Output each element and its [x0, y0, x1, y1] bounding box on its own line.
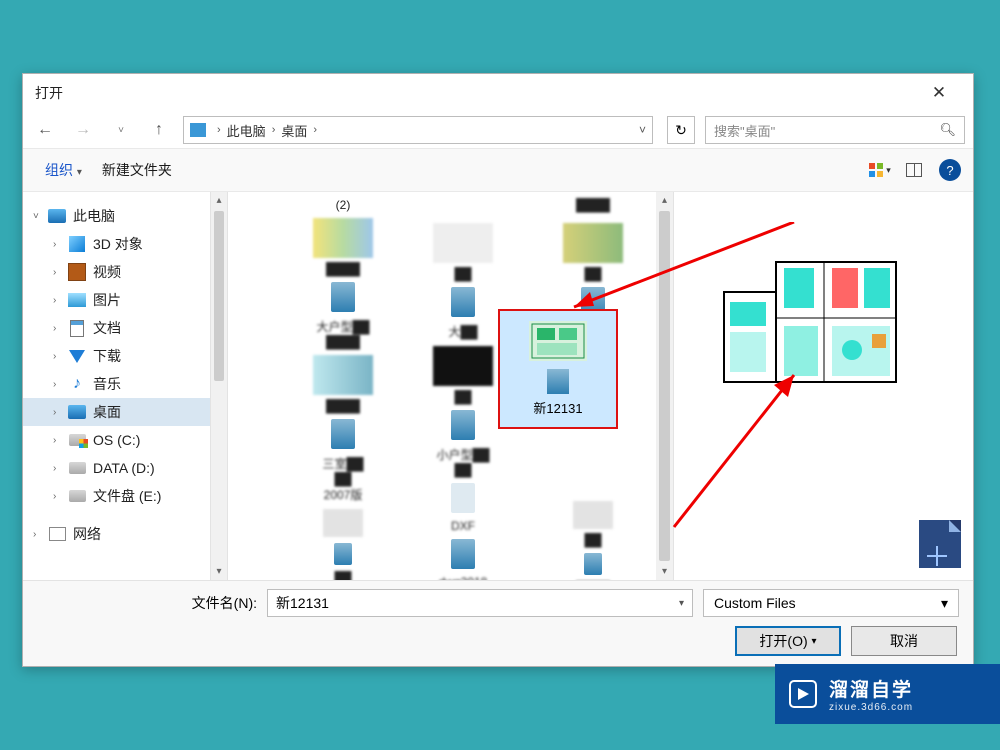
sidebar-tree: ˅此电脑 ›3D 对象 ›视频 ›图片 ›文档 ›下载 ›♪音乐 ›桌面 ›OS…	[23, 192, 228, 580]
address-bar[interactable]: › 此电脑 › 桌面 › ˅	[183, 116, 653, 144]
watermark: 溜溜自学 zixue.3d66.com	[775, 664, 1000, 724]
search-placeholder: 搜索"桌面"	[714, 121, 775, 140]
up-button[interactable]: ↑	[145, 116, 173, 144]
help-icon[interactable]: ?	[939, 159, 961, 181]
file-header: (2)	[283, 198, 403, 212]
dialog-title: 打开	[35, 83, 63, 103]
refresh-button[interactable]: ↻	[667, 116, 695, 144]
breadcrumb-desktop[interactable]: 桌面	[279, 121, 309, 140]
preview-pane-button[interactable]	[901, 157, 927, 183]
annotation-arrow-icon	[664, 367, 824, 537]
tree-downloads[interactable]: ›下载	[23, 342, 227, 370]
tree-music[interactable]: ›♪音乐	[23, 370, 227, 398]
view-mode-button[interactable]: ▾	[867, 157, 893, 183]
tree-videos[interactable]: ›视频	[23, 258, 227, 286]
new-folder-button[interactable]: 新建文件夹	[92, 156, 182, 184]
chevron-down-icon[interactable]: ˅	[639, 123, 646, 137]
monitor-icon	[190, 123, 206, 137]
watermark-title: 溜溜自学	[829, 675, 913, 702]
search-input[interactable]: 搜索"桌面" 🔍︎	[705, 116, 965, 144]
tree-desktop[interactable]: ›桌面	[23, 398, 227, 426]
titlebar: 打开 ✕	[23, 74, 973, 112]
tree-drive-d[interactable]: ›DATA (D:)	[23, 454, 227, 482]
preview-pane	[673, 192, 973, 580]
tree-network[interactable]: ›网络	[23, 520, 227, 548]
forward-button[interactable]: →	[69, 116, 97, 144]
tree-3d-objects[interactable]: ›3D 对象	[23, 230, 227, 258]
sidebar-scrollbar[interactable]: ▴▾	[210, 192, 227, 580]
cancel-button[interactable]: 取消	[851, 626, 957, 656]
tree-drive-e[interactable]: ›文件盘 (E:)	[23, 482, 227, 510]
toolbar: 组织 ▾ 新建文件夹 ▾ ?	[23, 148, 973, 192]
annotation-arrow-icon	[564, 222, 804, 322]
back-button[interactable]: ←	[31, 116, 59, 144]
tree-documents[interactable]: ›文档	[23, 314, 227, 342]
selected-file-highlight: 新12131	[498, 309, 618, 429]
nav-row: ← → ˅ ↑ › 此电脑 › 桌面 › ˅ ↻ 搜索"桌面" 🔍︎	[23, 112, 973, 148]
organize-menu[interactable]: 组织 ▾	[35, 156, 92, 184]
selected-file-label: 新12131	[533, 398, 582, 417]
recent-menu[interactable]: ˅	[107, 116, 135, 144]
tree-pictures[interactable]: ›图片	[23, 286, 227, 314]
open-button[interactable]: 打开(O) ▾	[735, 626, 841, 656]
bottom-bar: 文件名(N): 新12131▾ Custom Files▾ 打开(O) ▾ 取消	[23, 580, 973, 666]
play-icon	[789, 680, 817, 708]
watermark-url: zixue.3d66.com	[829, 702, 913, 713]
file-icon	[547, 369, 569, 394]
close-icon[interactable]: ✕	[917, 76, 961, 110]
selected-file[interactable]: 新12131	[500, 311, 616, 427]
search-icon: 🔍︎	[939, 122, 956, 138]
tree-this-pc[interactable]: ˅此电脑	[23, 202, 227, 230]
file-thumbnail	[529, 321, 587, 361]
filename-input[interactable]: 新12131▾	[267, 589, 693, 617]
filetype-badge-icon	[919, 520, 961, 568]
filetype-filter[interactable]: Custom Files▾	[703, 589, 959, 617]
filename-label: 文件名(N):	[187, 593, 257, 613]
breadcrumb-this-pc[interactable]: 此电脑	[225, 121, 268, 140]
tree-drive-c[interactable]: ›OS (C:)	[23, 426, 227, 454]
open-file-dialog: 打开 ✕ ← → ˅ ↑ › 此电脑 › 桌面 › ˅ ↻ 搜索"桌面" 🔍︎ …	[22, 73, 974, 667]
